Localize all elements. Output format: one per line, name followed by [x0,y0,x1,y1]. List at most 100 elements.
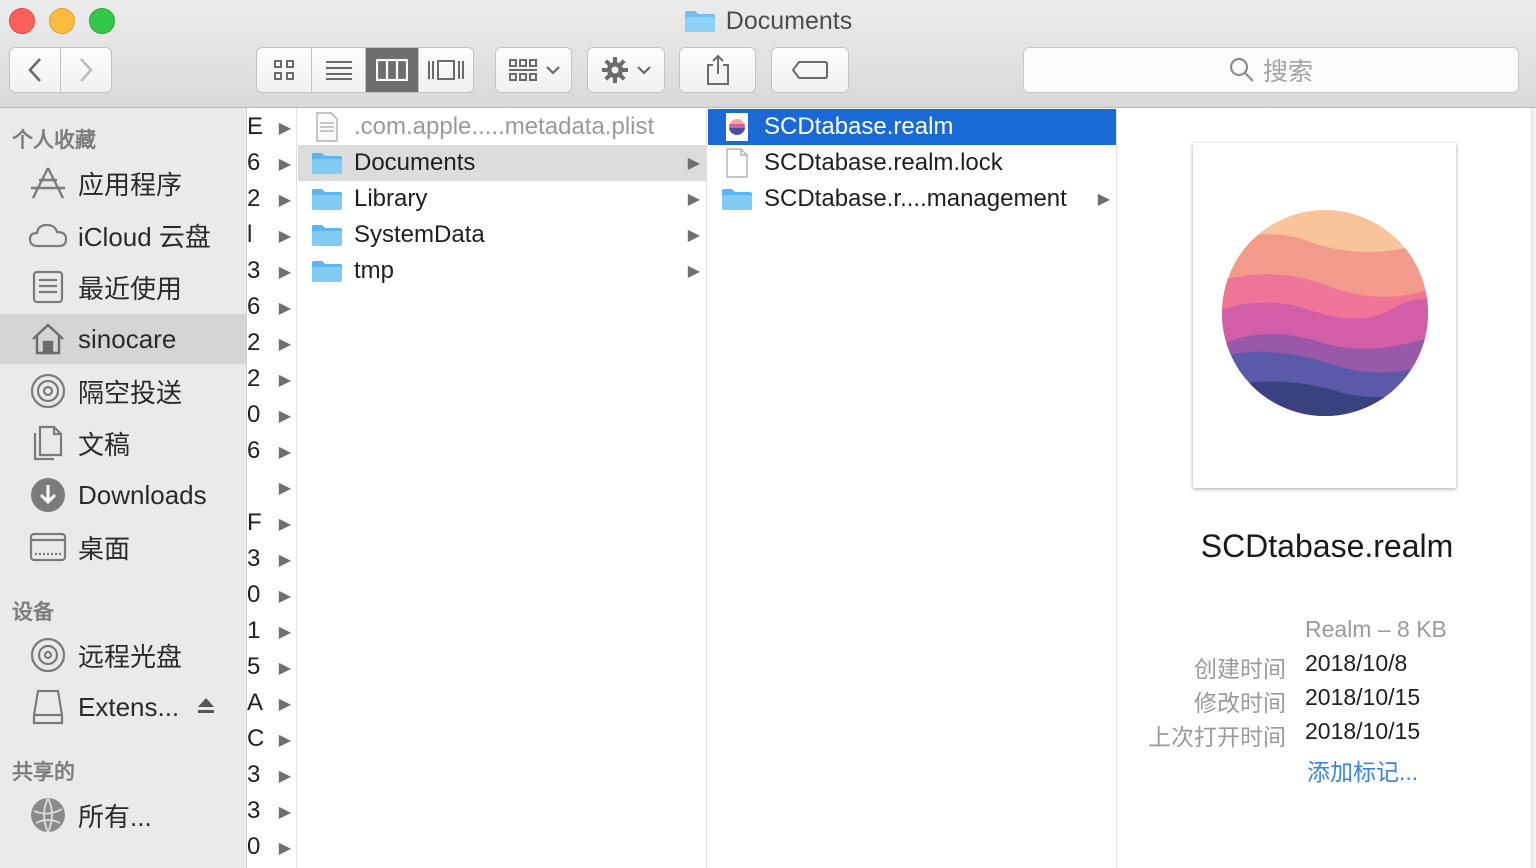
disclosure-arrow-icon: ▶ [278,696,291,713]
sidebar-item-label: 文稿 [78,429,131,460]
disclosure-arrow-icon: ▶ [278,624,291,641]
favorites-header: 个人收藏 [12,129,96,152]
parent-column-row[interactable]: 3 ▶ [247,793,296,829]
container-item-row[interactable]: .com.apple.....metadata.plist [298,109,706,145]
eject-icon[interactable] [196,696,216,721]
grid-icon [274,60,295,80]
parent-column-row[interactable]: 3 ▶ [247,253,296,289]
last-opened-value: 2018/10/15 [1305,718,1421,744]
parent-column-row[interactable]: 2 ▶ [247,181,296,217]
list-view-button[interactable] [312,48,366,92]
search-field[interactable]: 搜索 [1023,47,1519,93]
truncated-item-name: l [247,221,253,248]
share-button[interactable] [679,47,756,93]
gallery-view-button[interactable] [419,48,473,92]
truncated-item-name: 3 [247,545,261,572]
sidebar-item-3[interactable]: sinocare [0,314,246,364]
parent-column-row[interactable]: 6 ▶ [247,433,296,469]
container-item-row[interactable]: Documents ▶ [298,145,706,181]
documents-column: SCDtabase.realm SCDtabase.realm.lock SCDta… [708,108,1117,868]
sidebar-item-label: Downloads [78,479,207,510]
sidebar-item-device-0[interactable]: 远程光盘 [0,630,246,680]
disclosure-arrow-icon: ▶ [278,228,291,245]
group-grid-icon [508,59,537,81]
forward-button[interactable] [61,48,112,92]
sidebar-item-1[interactable]: iCloud 云盘 [0,210,246,260]
applications-icon [28,163,68,203]
title-toolbar: Documents 搜索 [0,0,1536,108]
document-item-row[interactable]: SCDtabase.realm [708,109,1116,145]
parent-column-row[interactable]: 0 ▶ [247,397,296,433]
sidebar-item-label: 应用程序 [78,169,183,200]
sidebar: 个人收藏 应用程序 iCloud 云盘 最近使用 sinocare 隔空投送文稿 Down… [0,108,247,868]
created-label: 创建时间 [1194,656,1286,682]
disclosure-arrow-icon: ▶ [278,768,291,785]
preview-file-name: SCDtabase.realm [1200,528,1454,564]
sidebar-item-5[interactable]: 文稿 [0,418,246,468]
parent-column-row[interactable]: ▶ [247,469,296,505]
icon-view-button[interactable] [257,48,313,92]
file-name: SCDtabase.realm [764,113,954,140]
disclosure-arrow-icon: ▶ [278,264,291,281]
parent-column-row[interactable]: C ▶ [247,721,296,757]
folder-icon [310,221,344,249]
container-item-row[interactable]: Library ▶ [298,181,706,217]
folder-icon [720,185,754,213]
sidebar-item-label: 远程光盘 [78,641,183,672]
truncated-item-name: 5 [247,653,261,680]
action-menu-button[interactable] [587,47,665,93]
truncated-item-name: 0 [247,833,261,860]
sidebar-item-7[interactable]: 桌面 [0,522,246,572]
folder-icon [310,257,344,285]
file-thumbnail [1193,143,1456,488]
folder-icon [684,11,715,32]
sidebar-item-shared-0[interactable]: 所有... [0,790,246,840]
share-icon [706,54,729,85]
truncated-item-name: C [247,725,265,752]
file-name: SystemData [354,221,485,248]
drive-icon [28,687,68,727]
sidebar-item-2[interactable]: 最近使用 [0,262,246,312]
container-item-row[interactable]: SystemData ▶ [298,217,706,253]
sidebar-item-device-1[interactable]: Extens... [0,682,246,732]
parent-column-row[interactable]: 3 ▶ [247,541,296,577]
parent-column-row[interactable]: 6 ▶ [247,145,296,181]
sidebar-item-0[interactable]: 应用程序 [0,158,246,208]
parent-column-row[interactable]: 6 ▶ [247,289,296,325]
document-item-row[interactable]: SCDtabase.realm.lock [708,145,1116,181]
parent-column-row[interactable]: 0 ▶ [247,577,296,613]
sidebar-item-6[interactable]: Downloads [0,470,246,520]
desktop-icon [28,527,68,567]
disclosure-arrow-icon: ▶ [278,372,291,389]
add-tags-link[interactable]: 添加标记... [1307,753,1418,787]
file-name: Documents [354,149,476,176]
parent-column-row[interactable]: 2 ▶ [247,325,296,361]
parent-column-row[interactable]: 5 ▶ [247,649,296,685]
truncated-item-name: 6 [247,437,261,464]
disclosure-arrow-icon: ▶ [278,552,291,569]
parent-column-row[interactable]: 0 ▶ [247,829,296,865]
sidebar-item-4[interactable]: 隔空投送 [0,366,246,416]
parent-column-row[interactable]: E ▶ [247,109,296,145]
devices-header: 设备 [12,601,54,624]
recents-icon [28,267,68,307]
parent-column-row[interactable]: F ▶ [247,505,296,541]
truncated-item-name: 1 [247,617,261,644]
disclosure-arrow-icon: ▶ [278,840,291,857]
group-button[interactable] [495,47,572,93]
parent-column-row[interactable]: 1 ▶ [247,613,296,649]
parent-column-row[interactable]: 2 ▶ [247,361,296,397]
parent-column-row[interactable]: A ▶ [247,685,296,721]
container-item-row[interactable]: tmp ▶ [298,253,706,289]
document-item-row[interactable]: SCDtabase.r....management ▶ [708,181,1116,217]
realm-logo-icon [1222,210,1428,416]
home-icon [28,319,68,359]
column-view-button[interactable] [365,48,419,92]
sidebar-item-label: 桌面 [78,533,131,564]
back-button[interactable] [10,48,61,92]
parent-column-row[interactable]: l ▶ [247,217,296,253]
tags-button[interactable] [771,47,849,93]
columns-icon [375,59,408,81]
parent-column-row[interactable]: 3 ▶ [247,757,296,793]
disclosure-arrow-icon: ▶ [278,804,291,821]
